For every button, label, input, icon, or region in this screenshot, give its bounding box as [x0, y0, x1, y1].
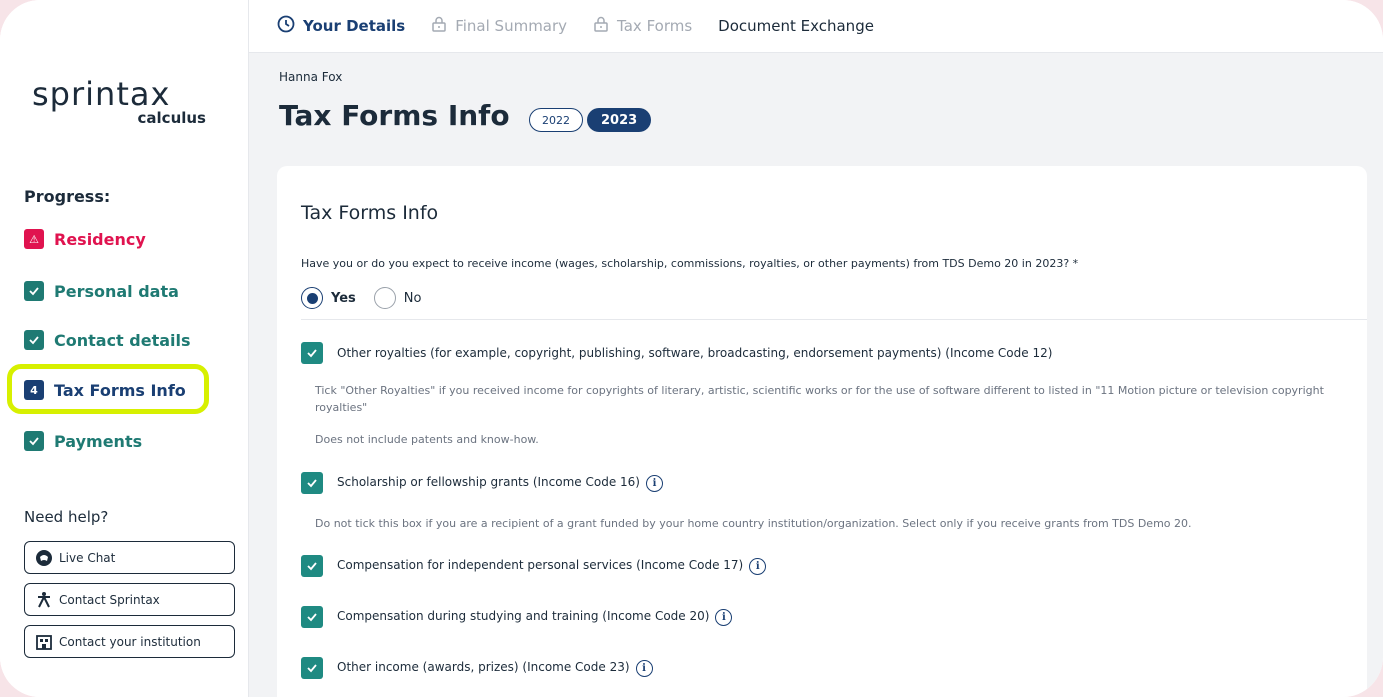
step-contact-details[interactable]: Contact details [24, 330, 191, 350]
sidebar: sprintax calculus Progress: ⚠ Residency … [0, 0, 249, 697]
year-pill-2022[interactable]: 2022 [529, 108, 583, 132]
tab-label: Final Summary [455, 17, 568, 35]
check-icon [307, 562, 317, 571]
hint-royalties-exclusion: Does not include patents and know-how. [315, 433, 539, 446]
user-name: Hanna Fox [279, 70, 343, 84]
building-icon [35, 633, 53, 651]
tab-label: Your Details [303, 17, 406, 35]
option-label: Scholarship or fellowship grants (Income… [337, 474, 663, 492]
option-label: Compensation for independent personal se… [337, 557, 767, 575]
step-payments[interactable]: Payments [24, 431, 142, 451]
live-chat-label: Live Chat [59, 550, 116, 565]
hint-royalties: Tick "Other Royalties" if you received i… [315, 384, 1324, 414]
contact-institution-button[interactable]: Contact your institution [24, 625, 235, 658]
checkbox-other-income[interactable] [301, 657, 323, 679]
radio-circle [301, 287, 323, 309]
app-frame: sprintax calculus Progress: ⚠ Residency … [0, 0, 1383, 697]
info-icon[interactable]: i [645, 474, 663, 492]
radio-no[interactable]: No [373, 287, 422, 309]
step-label: Residency [54, 229, 146, 249]
step-label: Contact details [54, 330, 191, 350]
check-icon [24, 431, 44, 451]
year-selector: 2022 2023 [529, 108, 652, 132]
need-help-title: Need help? [24, 508, 109, 526]
tab-document-exchange[interactable]: Document Exchange [718, 17, 874, 35]
option-label: Compensation during studying and trainin… [337, 608, 733, 626]
step-label: Payments [54, 431, 143, 451]
info-icon[interactable]: i [715, 608, 733, 626]
check-icon [24, 281, 44, 301]
live-chat-button[interactable]: Live Chat [24, 541, 235, 574]
contact-sprintax-label: Contact Sprintax [59, 592, 160, 607]
tax-forms-card: Tax Forms Info Have you or do you expect… [277, 166, 1367, 697]
clock-icon [277, 15, 295, 37]
option-label: Other income (awards, prizes) (Income Co… [337, 659, 653, 677]
info-icon[interactable]: i [635, 659, 653, 677]
warning-icon: ⚠ [24, 229, 44, 249]
contact-sprintax-button[interactable]: Contact Sprintax [24, 583, 235, 616]
card-title: Tax Forms Info [301, 202, 439, 224]
top-navigation: Your Details Final Summary Tax Forms Doc… [249, 0, 1383, 53]
checkbox-scholarship[interactable] [301, 472, 323, 494]
page-title: Tax Forms Info [279, 99, 510, 132]
step-personal-data[interactable]: Personal data [24, 281, 179, 301]
option-other-royalties: Other royalties (for example, copyright,… [301, 342, 1052, 364]
sprintax-logo: sprintax calculus [32, 75, 212, 127]
year-pill-2023[interactable]: 2023 [587, 108, 652, 132]
checkbox-other-royalties[interactable] [301, 342, 323, 364]
radio-no-label: No [403, 290, 422, 306]
checkbox-studying-training[interactable] [301, 606, 323, 628]
tab-label: Tax Forms [617, 17, 693, 35]
info-icon[interactable]: i [749, 557, 767, 575]
tab-final-summary[interactable]: Final Summary [431, 16, 567, 36]
radio-yes-label: Yes [331, 290, 356, 306]
option-studying-training: Compensation during studying and trainin… [301, 606, 733, 628]
tab-label: Document Exchange [718, 17, 874, 35]
radio-yes[interactable]: Yes [301, 287, 356, 309]
divider [301, 319, 1367, 320]
contact-institution-label: Contact your institution [59, 634, 201, 649]
option-scholarship: Scholarship or fellowship grants (Income… [301, 472, 663, 494]
option-label: Other royalties (for example, copyright,… [337, 346, 1053, 360]
radio-circle [373, 287, 396, 309]
check-icon [307, 613, 317, 622]
option-other-income: Other income (awards, prizes) (Income Co… [301, 657, 653, 679]
step-label: Personal data [54, 281, 179, 301]
option-independent-services: Compensation for independent personal se… [301, 555, 767, 577]
tab-tax-forms[interactable]: Tax Forms [593, 16, 692, 36]
check-icon [307, 349, 317, 358]
lock-icon [593, 16, 609, 36]
logo-main-text: sprintax [32, 75, 171, 113]
income-radio-group: Yes No [301, 287, 421, 309]
checkbox-independent-services[interactable] [301, 555, 323, 577]
lock-icon [431, 16, 447, 36]
main-content: Hanna Fox Tax Forms Info 2022 2023 Tax F… [249, 53, 1383, 697]
check-icon [24, 330, 44, 350]
income-question: Have you or do you expect to receive inc… [301, 257, 1079, 270]
chat-bubble-icon [35, 549, 53, 567]
check-icon [307, 479, 317, 488]
tab-your-details[interactable]: Your Details [277, 15, 405, 37]
check-icon [307, 664, 317, 673]
step-tax-forms-info[interactable]: 4 Tax Forms Info [24, 380, 186, 400]
step-residency[interactable]: ⚠ Residency [24, 229, 146, 249]
step-number-badge: 4 [24, 380, 44, 400]
hint-scholarship: Do not tick this box if you are a recipi… [315, 517, 1192, 530]
step-label: Tax Forms Info [54, 380, 186, 400]
sprintax-person-icon [35, 591, 53, 609]
progress-title: Progress: [24, 187, 111, 206]
